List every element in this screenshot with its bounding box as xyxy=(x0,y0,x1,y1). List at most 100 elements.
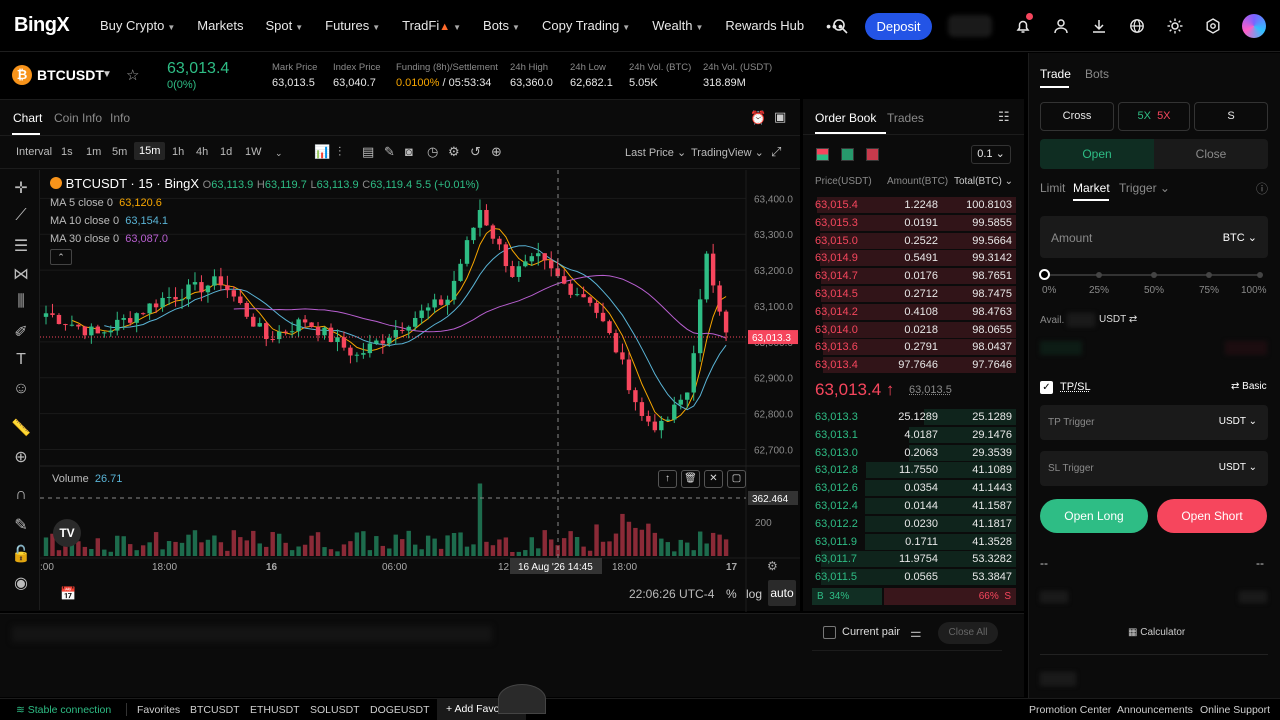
stat-funding[interactable]: Funding (8h)/Settlement 0.0100% / 05:53:3… xyxy=(396,62,498,89)
indicators-icon[interactable]: 📊 xyxy=(314,144,330,160)
magnet-icon[interactable]: ∩ xyxy=(10,486,32,504)
ask-row[interactable]: 63,015.0 0.2522 99.5664 xyxy=(811,232,1016,250)
amount-unit-select[interactable]: BTC ⌄ xyxy=(1223,231,1257,244)
date-range-icon[interactable]: 📅 xyxy=(60,586,76,602)
tradingview-logo[interactable]: TV xyxy=(53,519,81,547)
calculator-button[interactable]: ▦ Calculator xyxy=(1128,627,1185,638)
announcements-link[interactable]: Announcements xyxy=(1117,704,1193,716)
view-both-icon[interactable] xyxy=(816,148,829,161)
tf-1h[interactable]: 1h xyxy=(172,146,184,158)
open-short-button[interactable]: Open Short xyxy=(1157,499,1267,533)
precision-select[interactable]: 0.1 ⌄ xyxy=(971,145,1011,164)
order-type-limit[interactable]: Limit xyxy=(1040,181,1065,195)
delete-icon[interactable]: 🗑 xyxy=(681,470,700,488)
bid-row[interactable]: 63,011.5 0.0565 53.3847 xyxy=(811,568,1016,586)
tab-order-book[interactable]: Order Book xyxy=(815,111,876,125)
deposit-button[interactable]: Deposit xyxy=(865,12,932,40)
bid-row[interactable]: 63,012.8 11.7550 41.1089 xyxy=(811,461,1016,479)
add-icon[interactable]: ⊕ xyxy=(491,144,502,160)
favorite-dogeusdt[interactable]: DOGEUSDT xyxy=(370,704,430,716)
template-icon[interactable]: ▤ xyxy=(362,144,374,160)
camera-icon[interactable]: ◙ xyxy=(405,144,413,159)
tf-1m[interactable]: 1m xyxy=(86,146,101,158)
order-type-market[interactable]: Market xyxy=(1073,181,1110,195)
bid-row[interactable]: 63,013.0 0.2063 29.3539 xyxy=(811,444,1016,462)
tab-trades[interactable]: Trades xyxy=(887,111,924,125)
collapse-legend-button[interactable]: ⌃ xyxy=(50,249,72,265)
nav-spot[interactable]: Spot ▼ xyxy=(265,18,303,33)
bell-icon[interactable] xyxy=(1004,10,1042,42)
hlines-icon[interactable]: ☰ xyxy=(10,236,32,256)
tpsl-basic-toggle[interactable]: ⇄ Basic xyxy=(1231,381,1267,392)
auto-scale-button[interactable]: auto xyxy=(768,580,796,606)
promotion-center-link[interactable]: Promotion Center xyxy=(1029,704,1111,716)
candle-type-icon[interactable]: ⫶ xyxy=(338,144,341,160)
search-icon[interactable] xyxy=(821,10,859,42)
ask-row[interactable]: 63,014.5 0.2712 98.7475 xyxy=(811,285,1016,303)
ask-row[interactable]: 63,014.2 0.4108 98.4763 xyxy=(811,303,1016,321)
alarm-icon[interactable]: ⏰ xyxy=(750,110,766,126)
user-icon[interactable] xyxy=(1042,10,1080,42)
move-up-icon[interactable]: ↑ xyxy=(658,470,677,488)
chart-type-select[interactable]: TradingView ⌄ xyxy=(691,146,764,159)
tf-15m[interactable]: 15m xyxy=(134,142,166,160)
favorites-label[interactable]: Favorites xyxy=(137,704,180,716)
tp-unit-select[interactable]: USDT ⌄ xyxy=(1219,416,1257,427)
legend-ma10[interactable]: MA 10 close 0 63,154.1 xyxy=(50,215,479,227)
close-tab[interactable]: Close xyxy=(1154,139,1268,169)
settings-icon[interactable] xyxy=(1194,10,1232,42)
gear-icon[interactable]: ⚙ xyxy=(448,144,460,160)
percent-scale-button[interactable]: % xyxy=(726,587,737,601)
tpsl-checkbox[interactable]: ✓ xyxy=(1040,381,1053,394)
tf-1w[interactable]: 1W xyxy=(245,146,262,158)
ruler-icon[interactable]: 📏 xyxy=(10,418,32,438)
position-mode-button[interactable]: S xyxy=(1194,102,1268,131)
online-support-link[interactable]: Online Support xyxy=(1200,704,1270,716)
log-scale-button[interactable]: log xyxy=(746,587,762,601)
view-asks-icon[interactable] xyxy=(866,148,879,161)
bid-row[interactable]: 63,013.1 4.0187 29.1476 xyxy=(811,426,1016,444)
tf-5m[interactable]: 5m xyxy=(112,146,127,158)
view-bids-icon[interactable] xyxy=(841,148,854,161)
text-icon[interactable]: T xyxy=(10,351,32,369)
undo-icon[interactable]: ↺ xyxy=(470,144,481,160)
lock-icon[interactable]: 🔓 xyxy=(10,544,32,564)
star-icon[interactable]: ☆ xyxy=(126,66,139,84)
open-long-button[interactable]: Open Long xyxy=(1040,499,1148,533)
pencil-icon[interactable]: ✎ xyxy=(384,144,395,160)
bid-row[interactable]: 63,011.9 0.1711 41.3528 xyxy=(811,533,1016,551)
price-type-select[interactable]: Last Price ⌄ xyxy=(625,146,686,159)
margin-mode-button[interactable]: Cross xyxy=(1040,102,1114,131)
tab-trade[interactable]: Trade xyxy=(1040,67,1071,81)
ask-row[interactable]: 63,013.4 97.7646 97.7646 xyxy=(811,356,1016,374)
chevron-down-icon[interactable]: ▼ xyxy=(102,69,112,80)
tab-bots[interactable]: Bots xyxy=(1085,67,1109,81)
nav-tradfi[interactable]: TradFi▲ ▼ xyxy=(402,18,461,33)
nav-wealth[interactable]: Wealth ▼ xyxy=(652,18,703,33)
current-pair-checkbox[interactable] xyxy=(823,626,836,639)
nav-buy-crypto[interactable]: Buy Crypto ▼ xyxy=(100,18,175,33)
legend-ma5[interactable]: MA 5 close 0 63,120.6 xyxy=(50,197,479,209)
leverage-button[interactable]: 5X 5X xyxy=(1118,102,1190,131)
nav-rewards-hub[interactable]: Rewards Hub xyxy=(725,18,804,33)
bid-row[interactable]: 63,012.4 0.0144 41.1587 xyxy=(811,497,1016,515)
trendline-icon[interactable]: ⟋ xyxy=(10,207,32,225)
transfer-icon[interactable]: ⇄ xyxy=(1129,314,1137,325)
layout-icon[interactable]: ▣ xyxy=(774,109,786,125)
crosshair-icon[interactable]: ✛ xyxy=(10,178,32,198)
info-icon[interactable]: ⓘ xyxy=(1256,180,1268,197)
sl-trigger-field[interactable]: SL Trigger USDT ⌄ xyxy=(1040,451,1268,486)
emoji-icon[interactable]: ☺ xyxy=(10,380,32,398)
avatar[interactable] xyxy=(1242,14,1266,38)
floating-assistant-icon[interactable] xyxy=(498,684,546,714)
maximize-icon[interactable]: ▢ xyxy=(727,470,746,488)
amount-field[interactable]: Amount BTC ⌄ xyxy=(1040,216,1268,258)
tf-1s[interactable]: 1s xyxy=(61,146,73,158)
bid-row[interactable]: 63,012.6 0.0354 41.1443 xyxy=(811,479,1016,497)
clock-icon[interactable]: ◷ xyxy=(427,144,438,160)
ask-row[interactable]: 63,015.4 1.2248 100.8103 xyxy=(811,196,1016,214)
ask-row[interactable]: 63,015.3 0.0191 99.5855 xyxy=(811,214,1016,232)
amount-slider-handle[interactable] xyxy=(1039,269,1050,280)
nav-futures[interactable]: Futures ▼ xyxy=(325,18,380,33)
favorite-btcusdt[interactable]: BTCUSDT xyxy=(190,704,240,716)
